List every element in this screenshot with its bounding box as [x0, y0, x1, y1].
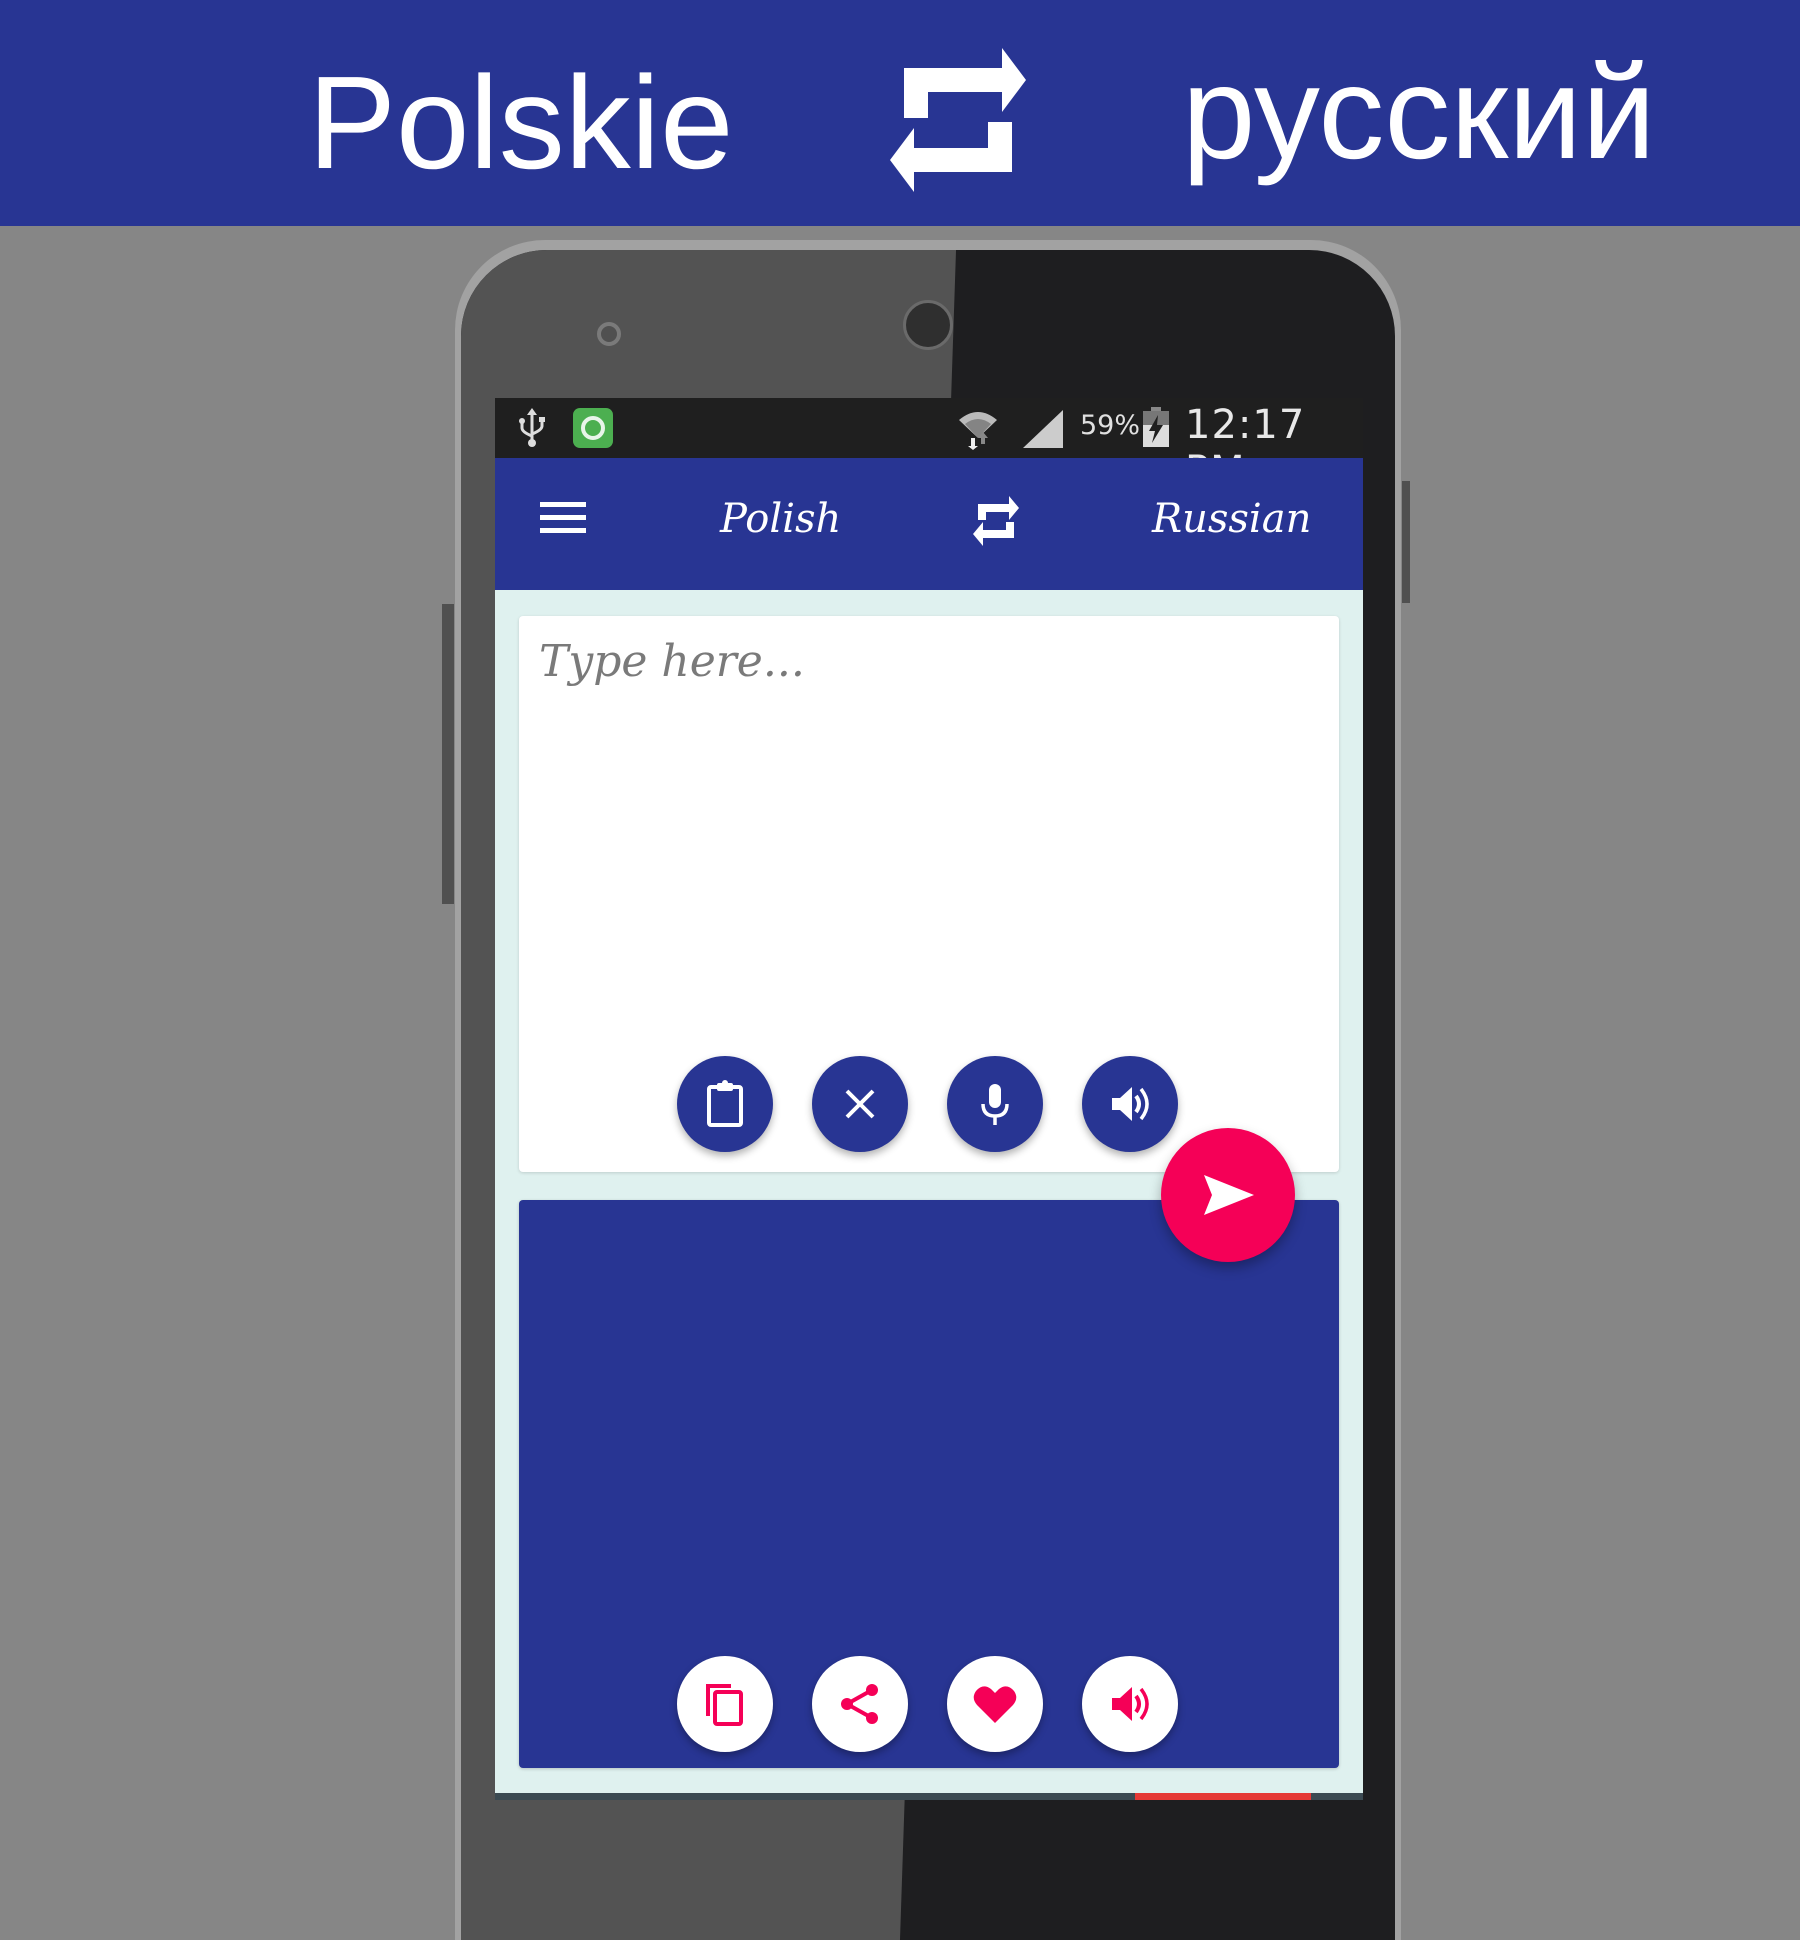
favorite-button[interactable]: [947, 1656, 1043, 1752]
send-icon: [1204, 1175, 1254, 1215]
phone-power-button: [1402, 481, 1410, 603]
battery-charging-icon: [1143, 407, 1169, 447]
clear-button[interactable]: [812, 1056, 908, 1152]
share-button[interactable]: [812, 1656, 908, 1752]
wifi-icon: [959, 412, 997, 450]
speaker-icon: [1112, 1087, 1149, 1121]
target-language-selector[interactable]: Russian: [1152, 496, 1311, 542]
heart-icon: [973, 1686, 1017, 1723]
promo-banner: Polskie русский: [0, 0, 1800, 226]
copy-button[interactable]: [677, 1656, 773, 1752]
hamburger-menu-icon[interactable]: [540, 502, 586, 538]
usb-icon: [519, 408, 545, 447]
swap-arrows-icon: [890, 48, 1026, 192]
copy-icon: [706, 1684, 743, 1726]
phone-volume-button: [442, 604, 454, 904]
ad-banner-edge: [1135, 1793, 1311, 1800]
source-language-selector[interactable]: Polish: [720, 496, 841, 542]
speak-input-button[interactable]: [1082, 1056, 1178, 1152]
signal-icon: [1023, 410, 1063, 448]
phone-screen: 59% 12:17 PM Polish Russian: [495, 398, 1363, 1800]
status-bar: 59% 12:17 PM: [495, 398, 1363, 494]
phone-sensor: [597, 322, 621, 346]
output-card: [519, 1200, 1339, 1768]
battery-percent: 59%: [1080, 410, 1141, 441]
paste-button[interactable]: [677, 1056, 773, 1152]
microphone-icon: [981, 1084, 1009, 1125]
banner-source-language: Polskie: [308, 49, 734, 196]
speak-output-button[interactable]: [1082, 1656, 1178, 1752]
swap-languages-button[interactable]: [973, 496, 1019, 546]
share-icon: [841, 1684, 878, 1724]
clipboard-icon: [707, 1080, 743, 1127]
banner-target-language: русский: [1182, 39, 1656, 186]
source-text-input[interactable]: [539, 636, 1319, 996]
phone-front-camera: [903, 300, 953, 350]
bottom-strip: [495, 1793, 1363, 1800]
app-notification-icon: [573, 408, 613, 448]
input-card: [519, 616, 1339, 1172]
translate-button[interactable]: [1161, 1128, 1295, 1262]
voice-input-button[interactable]: [947, 1056, 1043, 1152]
close-icon: [845, 1089, 875, 1119]
speaker-icon: [1112, 1687, 1149, 1721]
app-bar: Polish Russian: [495, 458, 1363, 590]
